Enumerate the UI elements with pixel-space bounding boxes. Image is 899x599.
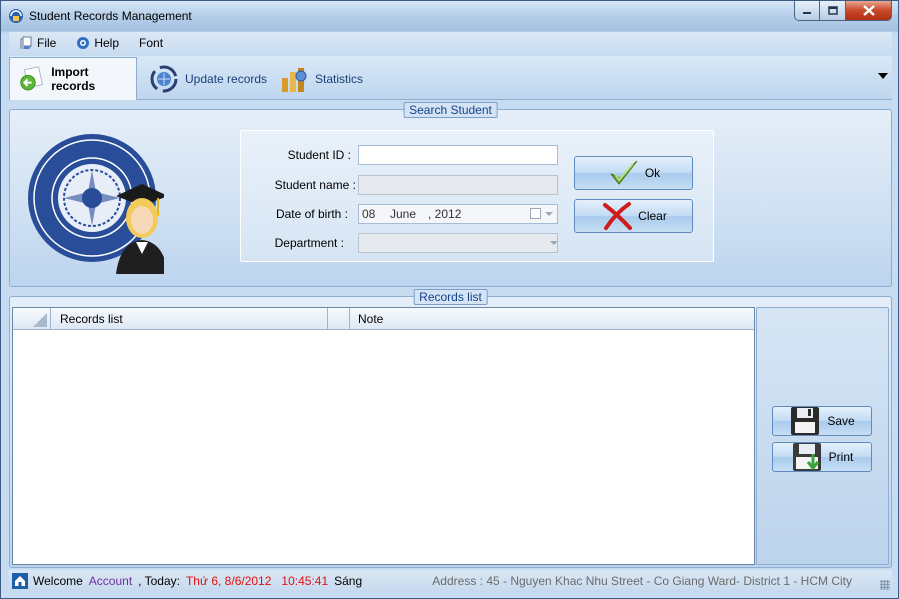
floppy-disk-save-icon [791, 407, 820, 435]
search-panel-title: Search Student [403, 102, 498, 118]
dob-month: June [390, 207, 417, 221]
tab-update-records[interactable]: Update records [141, 58, 275, 100]
student-name-input[interactable] [358, 175, 558, 195]
app-icon [9, 9, 23, 23]
corner-triangle-icon [33, 313, 47, 327]
resize-grip[interactable] [880, 580, 890, 590]
calendar-icon[interactable] [530, 208, 541, 219]
tab-strip: Import records Update records Statistics [9, 56, 892, 100]
help-icon [77, 37, 90, 49]
menu-bar: File Help Font [9, 32, 892, 54]
dob-day: 08 [362, 207, 376, 221]
window-controls [794, 1, 892, 21]
status-time: 10:45:41 [281, 574, 329, 588]
ok-button[interactable]: Ok [574, 156, 693, 190]
records-panel-title: Records list [413, 289, 488, 305]
tab-update-records-label: Update records [185, 72, 268, 86]
save-button-label: Save [827, 414, 855, 428]
close-icon [862, 5, 875, 16]
status-today-label: , Today: [138, 574, 180, 588]
save-button[interactable]: Save [772, 406, 872, 436]
search-form: Student ID : Student name : Date of birt… [240, 130, 714, 262]
print-icon [792, 443, 821, 471]
window-title: Student Records Management [29, 9, 192, 23]
date-of-birth-picker[interactable]: 08 June , 2012 [358, 204, 558, 224]
column-header-records-list[interactable]: Records list [52, 308, 328, 330]
status-welcome: Welcome [33, 574, 83, 588]
status-account[interactable]: Account [89, 574, 132, 588]
clear-button-label: Clear [638, 209, 667, 223]
records-grid-header: Records list Note [13, 308, 754, 330]
minimize-icon [803, 11, 811, 14]
status-period: Sáng [334, 574, 363, 588]
student-id-label: Student ID : [287, 148, 351, 162]
tab-overflow-chevron-down-icon[interactable] [878, 73, 888, 79]
column-header-blank[interactable] [328, 308, 350, 330]
menu-help[interactable]: Help [66, 32, 129, 54]
student-id-input[interactable] [358, 145, 558, 165]
close-button[interactable] [846, 1, 892, 21]
print-button-label: Print [828, 450, 854, 464]
maximize-button[interactable] [820, 1, 846, 21]
minimize-button[interactable] [794, 1, 820, 21]
menu-file[interactable]: File [9, 32, 66, 54]
search-student-panel: Search Student Student ID : Student name… [9, 102, 892, 287]
update-globe-icon [150, 65, 178, 93]
records-actions-panel: Save Print [756, 307, 889, 565]
column-header-note[interactable]: Note [350, 308, 754, 330]
status-date: Thứ 6, 8/6/2012 [185, 574, 272, 588]
ok-button-label: Ok [644, 166, 661, 180]
date-dropdown-chevron-down-icon[interactable] [545, 212, 553, 216]
clear-button[interactable]: Clear [574, 199, 693, 233]
menu-font-label: Font [139, 36, 164, 50]
checkmark-icon [610, 160, 638, 185]
tab-statistics-label: Statistics [315, 72, 364, 86]
student-name-label: Student name : [274, 178, 356, 192]
dob-year: , 2012 [428, 207, 462, 221]
records-grid[interactable]: Records list Note [12, 307, 755, 565]
records-list-panel: Records list Records list Note Save Prin… [9, 289, 892, 568]
date-of-birth-label: Date of birth : [275, 207, 348, 221]
maximize-icon [827, 6, 838, 15]
menu-font[interactable]: Font [129, 32, 173, 54]
status-bar: Welcome Account , Today: Thứ 6, 8/6/2012… [9, 570, 892, 592]
department-select[interactable] [358, 233, 558, 253]
menu-file-label: File [37, 36, 57, 50]
tab-import-records[interactable]: Import records [9, 57, 137, 100]
title-bar[interactable]: Student Records Management [1, 1, 898, 31]
app-window: Student Records Management File Help Fon… [0, 0, 899, 599]
statistics-icon [282, 68, 307, 92]
status-address: Address : 45 - Nguyen Khac Nhu Street - … [432, 574, 852, 588]
university-seal-logo-icon [28, 134, 164, 274]
department-chevron-down-icon[interactable] [550, 241, 558, 245]
tab-statistics[interactable]: Statistics [271, 58, 371, 100]
home-icon [12, 573, 28, 589]
tab-import-records-label: Import records [51, 65, 96, 93]
print-button[interactable]: Print [772, 442, 872, 472]
select-all-corner[interactable] [13, 308, 51, 330]
menu-help-label: Help [94, 36, 120, 50]
file-icon [20, 36, 32, 49]
department-label: Department : [274, 236, 344, 250]
clear-x-icon [603, 202, 633, 230]
import-arrow-icon [20, 66, 43, 91]
